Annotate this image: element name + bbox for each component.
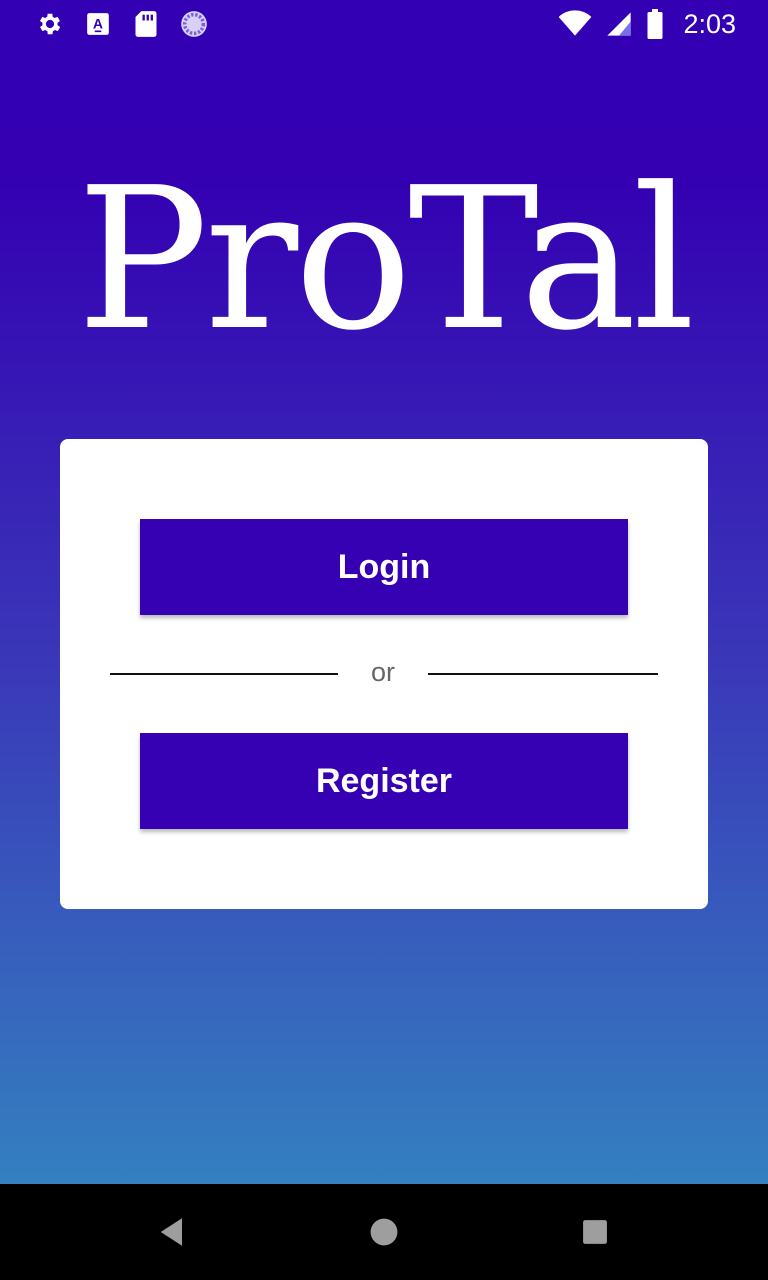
home-icon[interactable] (360, 1208, 408, 1256)
recents-icon[interactable] (571, 1208, 619, 1256)
status-bar-right: 2:03 (557, 8, 736, 40)
back-icon[interactable] (148, 1208, 196, 1256)
wifi-icon (557, 10, 593, 38)
battery-icon (645, 9, 665, 39)
settings-icon (36, 10, 64, 38)
signal-icon (605, 10, 633, 38)
auth-card: Login or Register (60, 439, 708, 909)
svg-text:A: A (93, 15, 103, 31)
status-bar: A 2:03 (0, 0, 768, 48)
status-time: 2:03 (683, 8, 736, 39)
register-button[interactable]: Register (140, 733, 628, 829)
divider-text: or (370, 657, 395, 687)
app-screen: A 2:03 ProTal Login or Register (0, 0, 768, 1184)
font-icon: A (84, 10, 112, 38)
divider-right (428, 673, 658, 675)
navigation-bar (0, 1184, 768, 1280)
sync-circle-icon (180, 10, 208, 38)
status-bar-left: A (36, 8, 208, 40)
login-button[interactable]: Login (140, 519, 628, 615)
sd-card-icon (132, 10, 160, 38)
app-logo: ProTal (76, 146, 696, 374)
divider-left (110, 673, 338, 675)
